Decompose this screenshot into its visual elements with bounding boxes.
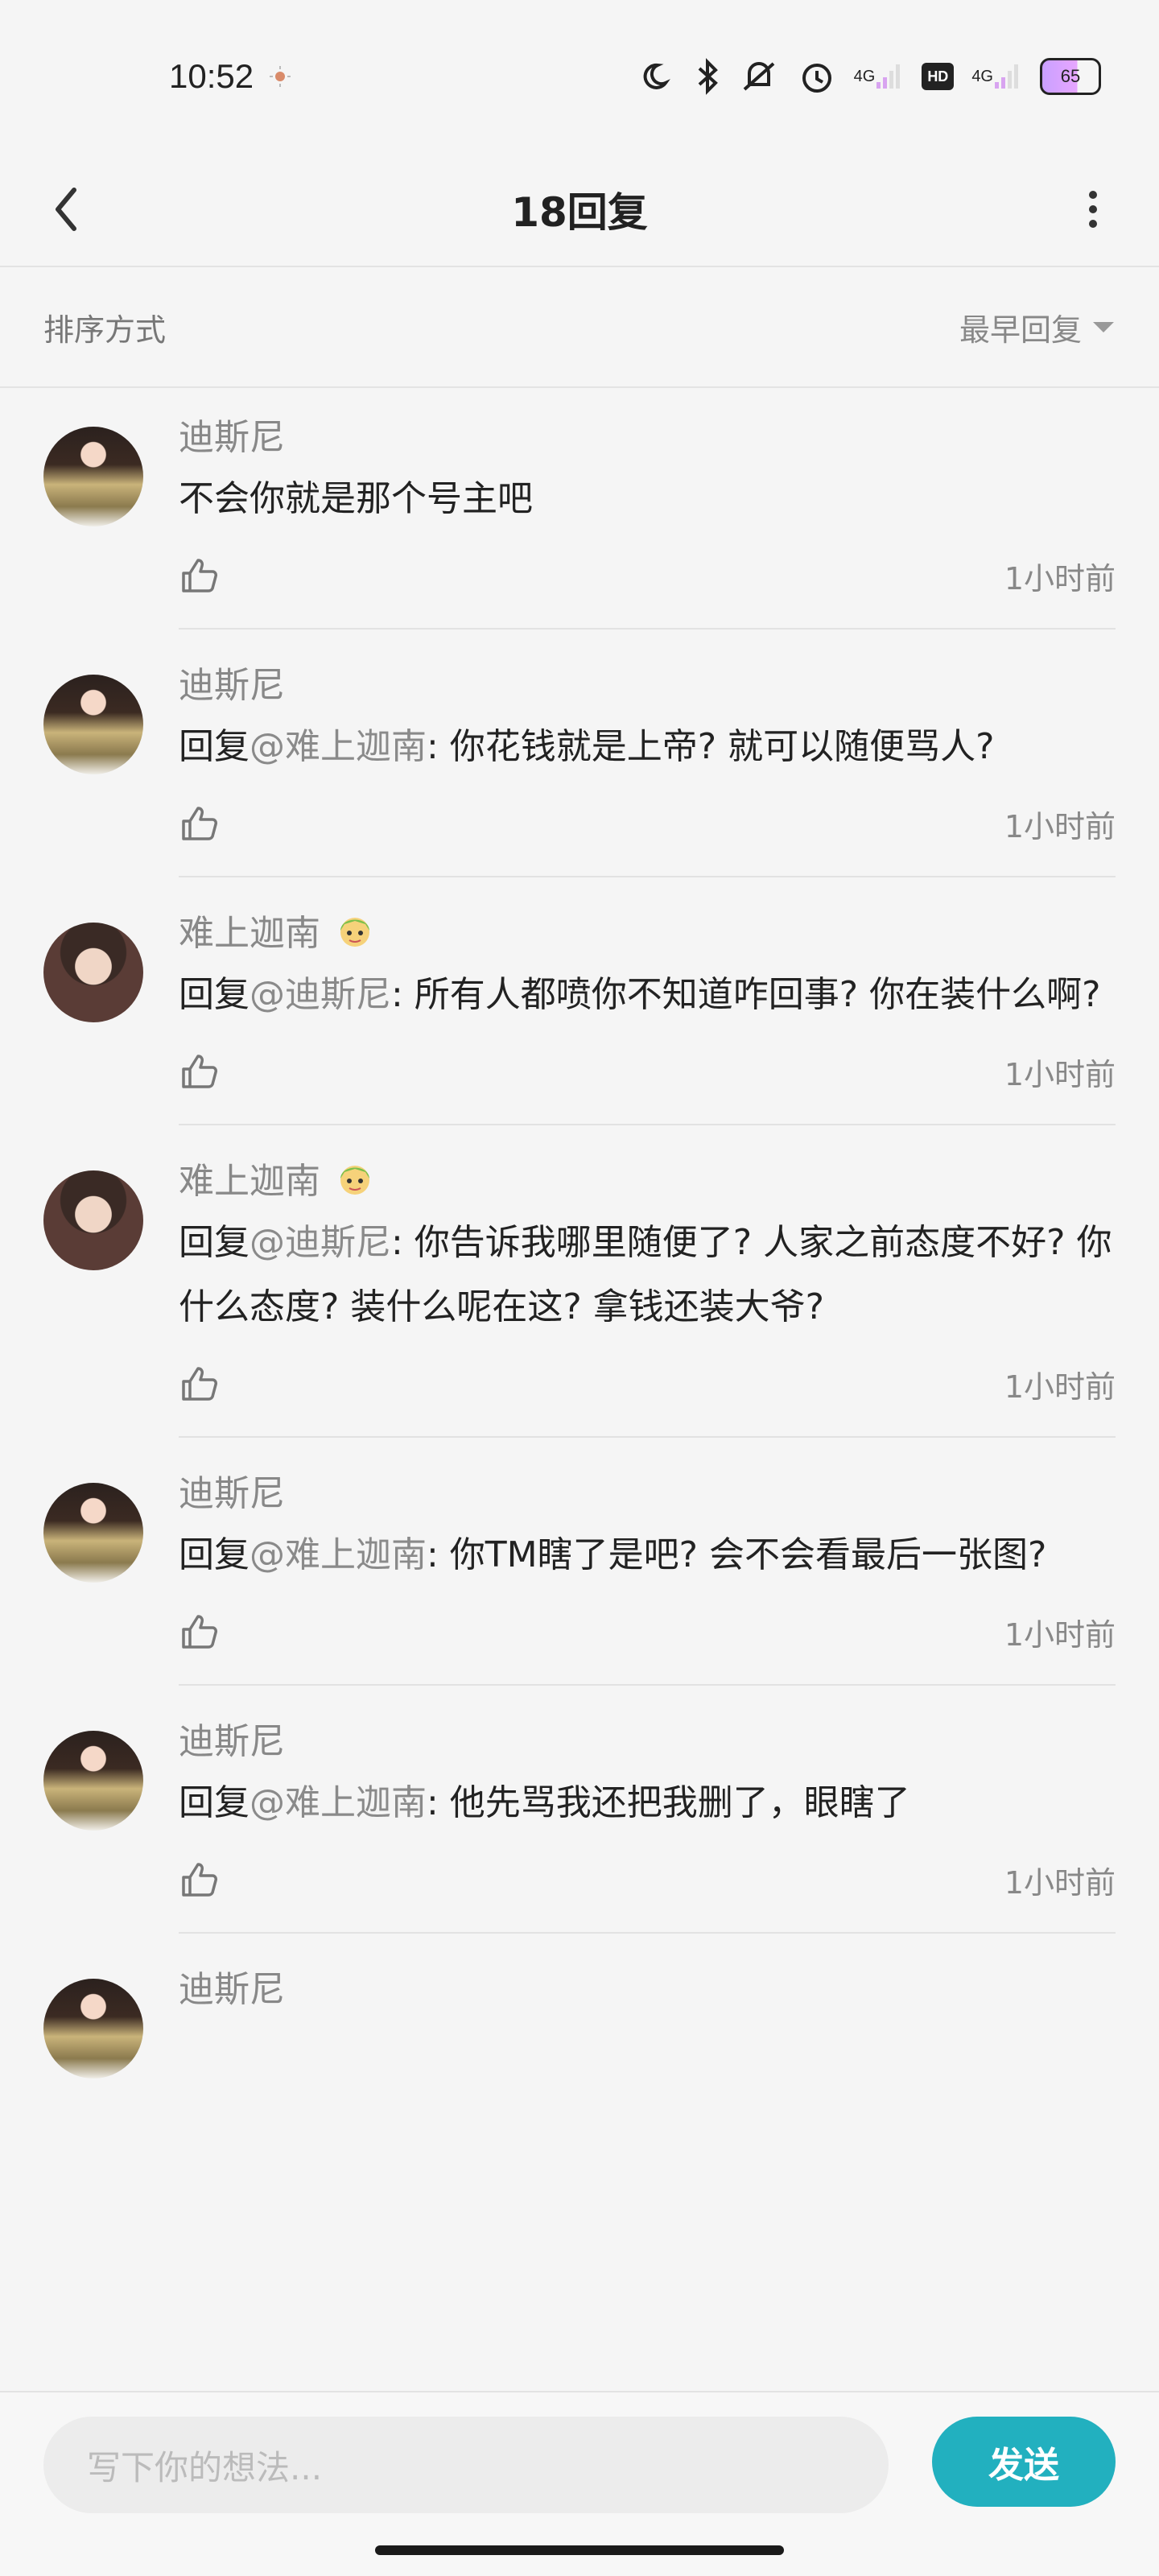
like-button[interactable] [179,1860,219,1900]
avatar[interactable] [43,1483,143,1583]
back-button[interactable] [40,184,92,235]
thumbs-up-icon [182,807,217,840]
thumbs-up-icon [182,1367,217,1401]
comment-time: 1小时前 [1004,808,1116,844]
comment-item: 难上迦南 回复@迪斯尼: 你告诉我哪里随便了? 人家之前态度不好? 你什么态度?… [0,1125,1159,1438]
comment-username[interactable]: 迪斯尼 [179,1712,285,1764]
comment-item: 迪斯尼 不会你就是那个号主吧 1小时前 [0,390,1159,630]
comment-list: 迪斯尼 不会你就是那个号主吧 1小时前 迪斯尼 回复@难上迦南: 你花钱就是上帝… [0,390,1159,2576]
sun-icon [268,64,292,89]
comment-time: 1小时前 [1004,1056,1116,1092]
signal-icon: 4G [854,63,905,90]
send-button[interactable]: 发送 [932,2417,1116,2507]
comment-text: 回复@迪斯尼: 你告诉我哪里随便了? 人家之前态度不好? 你什么态度? 装什么呢… [179,1222,1112,1327]
signal-icon: 4G [971,63,1022,90]
comment-time: 1小时前 [1004,1864,1116,1901]
comment-time: 1小时前 [1004,1368,1116,1405]
like-button[interactable] [179,803,219,844]
comment-item: 迪斯尼 回复@难上迦南: 他先骂我还把我删了，眼瞎了 1小时前 [0,1686,1159,1934]
mention-link[interactable]: @难上迦南 [250,1782,427,1823]
mute-icon [738,57,780,96]
comment-item: 迪斯尼 回复@难上迦南: 你花钱就是上帝? 就可以随便骂人? 1小时前 [0,630,1159,877]
status-time: 10:52 [169,57,254,95]
thumbs-up-icon [182,559,217,592]
comment-text: 不会你就是那个号主吧 [179,478,533,519]
avatar[interactable] [43,675,143,774]
thumbs-up-icon [182,1863,217,1897]
avatar[interactable] [43,1170,143,1270]
more-vertical-icon [1089,191,1097,228]
mention-link[interactable]: @难上迦南 [250,726,427,767]
user-badge-icon [333,1156,377,1199]
network-label: 4G [971,67,993,85]
comment-item: 迪斯尼 [0,1934,1159,2079]
like-button[interactable] [179,1612,219,1652]
nav-bar: 18回复 [0,153,1159,267]
comment-time: 1小时前 [1004,1616,1116,1653]
hd-badge: HD [922,63,955,90]
like-button[interactable] [179,555,219,596]
more-button[interactable] [1067,184,1119,235]
home-indicator[interactable] [375,2545,784,2555]
battery-indicator: 65 [1040,58,1101,95]
chevron-left-icon [56,188,76,231]
mention-link[interactable]: @难上迦南 [250,1534,427,1575]
mention-link[interactable]: @迪斯尼 [250,1222,391,1263]
user-badge-icon [333,908,377,952]
moon-icon [641,59,677,94]
thumbs-up-icon [182,1615,217,1649]
comment-username[interactable]: 迪斯尼 [179,1960,285,2012]
alarm-icon [798,57,836,96]
thumbs-up-icon [182,1055,217,1088]
status-bar: 10:52 4G HD 4G 65 [0,0,1159,153]
sort-dropdown[interactable]: 最早回复 [959,305,1116,349]
comment-time: 1小时前 [1004,560,1116,597]
comment-username[interactable]: 迪斯尼 [179,656,285,708]
comment-text: 回复@迪斯尼: 所有人都喷你不知道咋回事? 你在装什么啊? [179,974,1101,1015]
mention-link[interactable]: @迪斯尼 [250,974,391,1015]
caret-down-icon [1093,322,1114,332]
comment-username[interactable]: 迪斯尼 [179,408,285,460]
comment-item: 难上迦南 回复@迪斯尼: 所有人都喷你不知道咋回事? 你在装什么啊? 1小时前 [0,877,1159,1125]
page-title: 18回复 [511,189,648,236]
bluetooth-icon [695,57,720,96]
reply-screen: 10:52 4G HD 4G 65 18回复 排序方式 最早回复 迪斯尼 不会你… [0,0,1159,2576]
sort-value: 最早回复 [959,312,1082,348]
like-button[interactable] [179,1051,219,1092]
comment-input[interactable]: 写下你的想法... [43,2417,889,2513]
avatar[interactable] [43,427,143,526]
comment-item: 迪斯尼 回复@难上迦南: 你TM瞎了是吧? 会不会看最后一张图? 1小时前 [0,1438,1159,1686]
avatar[interactable] [43,1979,143,2079]
comment-text: 回复@难上迦南: 你TM瞎了是吧? 会不会看最后一张图? [179,1534,1047,1575]
comment-username[interactable]: 迪斯尼 [179,1464,285,1516]
network-label: 4G [853,67,876,85]
comment-username[interactable]: 难上迦南 [179,1152,320,1203]
like-button[interactable] [179,1364,219,1404]
comment-text: 回复@难上迦南: 你花钱就是上帝? 就可以随便骂人? [179,726,995,767]
comment-text: 回复@难上迦南: 他先骂我还把我删了，眼瞎了 [179,1782,910,1823]
comment-username[interactable]: 难上迦南 [179,904,320,956]
sort-label: 排序方式 [43,312,167,348]
avatar[interactable] [43,923,143,1022]
sort-bar: 排序方式 最早回复 [0,267,1159,388]
avatar[interactable] [43,1731,143,1831]
